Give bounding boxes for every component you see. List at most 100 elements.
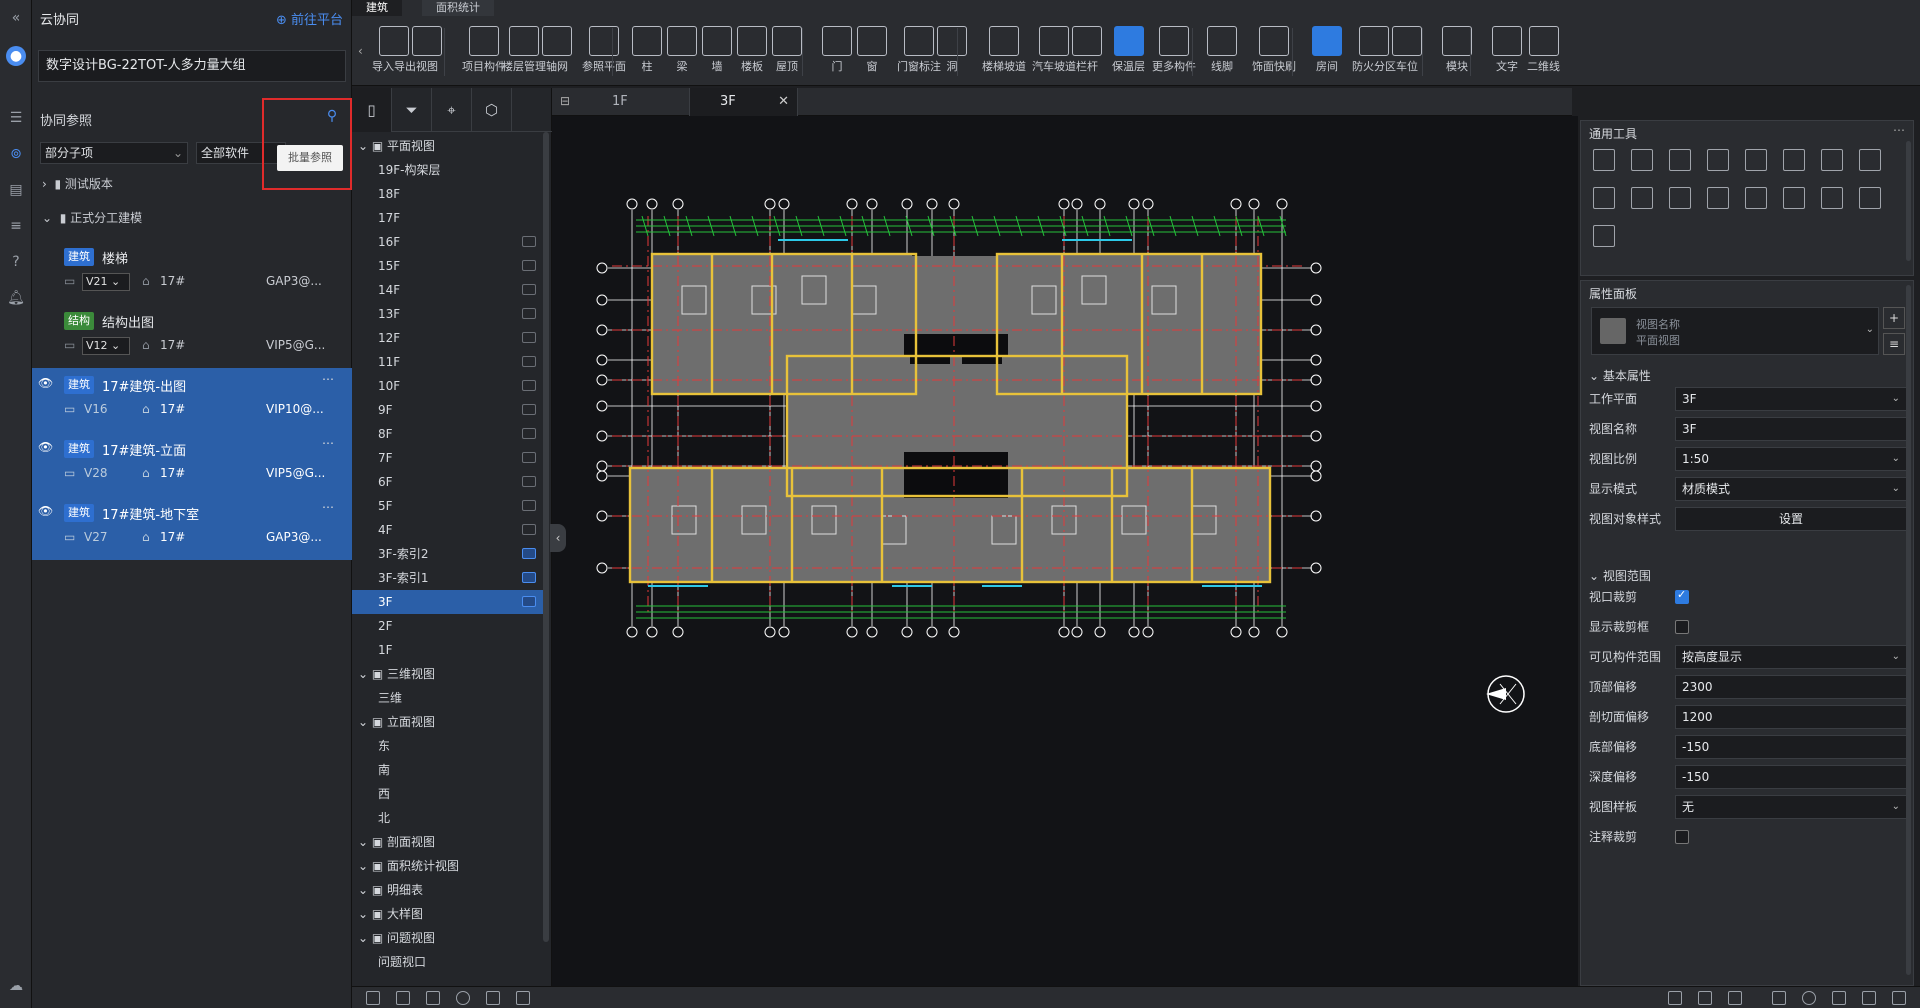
tool-icon[interactable] xyxy=(1593,187,1615,209)
tool-icon[interactable] xyxy=(1859,149,1881,171)
tree-item[interactable]: 3F xyxy=(352,590,546,614)
tree-item[interactable]: 14F xyxy=(352,278,546,302)
tree-group[interactable]: ⌄ ▣ 明细表 xyxy=(352,878,546,902)
avatar[interactable]: ● xyxy=(6,46,26,66)
version-select[interactable]: V21 ⌄ xyxy=(82,273,130,291)
tree-item[interactable]: 19F-构架层 xyxy=(352,158,546,182)
list-icon[interactable]: ≡ xyxy=(1883,333,1905,355)
tool-icon[interactable] xyxy=(1745,149,1767,171)
tool-button[interactable]: 轴网 xyxy=(542,24,572,80)
scrollbar[interactable] xyxy=(1906,285,1911,975)
tool-icon[interactable] xyxy=(1821,187,1843,209)
list-item[interactable]: 建筑 楼梯 ▭ V21 ⌄ ⌂ 17# GAP3@... xyxy=(32,240,352,304)
filter-icon[interactable]: ⏷ xyxy=(392,88,432,132)
tool-button[interactable]: 饰面快刷 xyxy=(1252,24,1296,80)
visibility-icon[interactable] xyxy=(366,991,380,1005)
more-icon[interactable]: ⋯ xyxy=(322,500,334,514)
more-icon[interactable]: ⋯ xyxy=(322,372,334,386)
property-input[interactable]: 2300 xyxy=(1675,675,1907,699)
tab-list-icon[interactable]: ⊟ xyxy=(560,94,570,108)
list-item[interactable]: 结构 结构出图 ▭ V12 ⌄ ⌂ 17# VIP5@G... xyxy=(32,304,352,368)
tool-icon[interactable] xyxy=(1783,149,1805,171)
tool-button[interactable]: 二维线 xyxy=(1527,24,1560,80)
tool-icon[interactable] xyxy=(1707,149,1729,171)
eye-icon[interactable] xyxy=(486,991,500,1005)
tool-icon[interactable] xyxy=(1859,187,1881,209)
tool-button[interactable]: 视图 xyxy=(412,24,442,80)
tool-button[interactable]: 窗 xyxy=(857,24,887,80)
tab-1f[interactable]: 1F xyxy=(582,88,690,116)
scrollbar[interactable] xyxy=(543,132,549,942)
tree-item[interactable]: 13F xyxy=(352,302,546,326)
drawing-canvas[interactable]: ‹ xyxy=(550,116,1578,986)
tool-button[interactable]: 文字 xyxy=(1492,24,1522,80)
tool-button[interactable]: 栏杆 xyxy=(1072,24,1102,80)
more-icon[interactable]: ⋯ xyxy=(1893,123,1905,137)
tool-icon[interactable] xyxy=(1783,187,1805,209)
property-select[interactable]: 无 ⌄ xyxy=(1675,795,1907,819)
property-input[interactable]: 3F xyxy=(1675,417,1907,441)
eye-icon[interactable]: 👁︎ xyxy=(38,504,53,518)
tool-icon[interactable] xyxy=(1593,149,1615,171)
cube-icon[interactable]: ⬡ xyxy=(472,88,512,132)
tab-3f[interactable]: 3F ✕ xyxy=(690,88,798,116)
tree-item[interactable]: 4F xyxy=(352,518,546,542)
tool-icon[interactable] xyxy=(1669,149,1691,171)
layers-icon[interactable] xyxy=(426,991,440,1005)
property-select[interactable]: 3F ⌄ xyxy=(1675,387,1907,411)
snap-icon[interactable] xyxy=(1802,991,1816,1005)
tool-button[interactable]: 模块 xyxy=(1442,24,1472,80)
link-icon[interactable] xyxy=(1772,991,1786,1005)
tree-group[interactable]: ⌄ ▣ 大样图 xyxy=(352,902,546,926)
tree-item[interactable]: 2F xyxy=(352,614,546,638)
location-icon[interactable]: ⌖ xyxy=(432,88,472,132)
property-select[interactable]: 按高度显示 ⌄ xyxy=(1675,645,1907,669)
type-selector[interactable]: 视图名称 平面视图 ⌄ xyxy=(1591,307,1879,355)
tree-item[interactable]: 8F xyxy=(352,422,546,446)
tool-button[interactable]: 线脚 xyxy=(1207,24,1237,80)
layers-icon[interactable]: ≡ xyxy=(6,216,26,236)
more-icon[interactable]: ⋯ xyxy=(322,436,334,450)
eye-icon[interactable]: 👁︎ xyxy=(38,376,53,390)
list-item[interactable]: 👁︎ 建筑 17#建筑-出图 ⋯ ▭ V16 ⌂ 17# VIP10@... xyxy=(32,368,352,432)
tree-item[interactable]: 7F xyxy=(352,446,546,470)
tree-item[interactable]: 东 xyxy=(352,734,546,758)
tree-item[interactable]: 6F xyxy=(352,470,546,494)
tree-item[interactable]: 16F xyxy=(352,230,546,254)
tree-item[interactable]: 12F xyxy=(352,326,546,350)
tool-icon[interactable] xyxy=(1593,225,1615,247)
tree-item[interactable]: 18F xyxy=(352,182,546,206)
version-select[interactable]: V12 ⌄ xyxy=(82,337,130,355)
tree-item[interactable]: 15F xyxy=(352,254,546,278)
tool-button[interactable]: 门窗标注 xyxy=(897,24,941,80)
tool-button[interactable]: 房间 xyxy=(1312,24,1342,80)
tab-area-stats[interactable]: 面积统计 xyxy=(422,0,494,16)
checkbox[interactable] xyxy=(1675,620,1689,634)
tree-item[interactable]: 3F-索引1 xyxy=(352,566,546,590)
tool-icon[interactable] xyxy=(1631,187,1653,209)
fit-icon[interactable] xyxy=(1892,991,1906,1005)
collapse-panel-icon[interactable]: ‹ xyxy=(550,524,566,552)
property-input[interactable]: -150 xyxy=(1675,735,1907,759)
tool-icon[interactable] xyxy=(1669,187,1691,209)
collab-icon[interactable]: ⊚ xyxy=(6,144,26,164)
tree-item[interactable]: 11F xyxy=(352,350,546,374)
window-icon[interactable] xyxy=(1832,991,1846,1005)
tool-icon[interactable] xyxy=(1631,149,1653,171)
tool-button[interactable]: 柱 xyxy=(632,24,662,80)
scroll-left-icon[interactable]: ‹ xyxy=(358,44,363,58)
tool-button[interactable]: 楼板 xyxy=(737,24,767,80)
tool-icon[interactable] xyxy=(1745,187,1767,209)
tree-group[interactable]: ⌄ ▣ 三维视图 xyxy=(352,662,546,686)
help-icon[interactable]: ? xyxy=(6,252,26,272)
tree-item[interactable]: 1F xyxy=(352,638,546,662)
collapse-icon[interactable]: « xyxy=(6,8,26,28)
axis-icon[interactable] xyxy=(1668,991,1682,1005)
range-section-header[interactable]: ⌄ 视图范围 xyxy=(1589,567,1651,584)
tree-item[interactable]: 17F xyxy=(352,206,546,230)
tree-group[interactable]: ⌄ ▣ 剖面视图 xyxy=(352,830,546,854)
list-icon[interactable] xyxy=(1698,991,1712,1005)
tree-item[interactable]: 10F xyxy=(352,374,546,398)
basic-section-header[interactable]: ⌄ 基本属性 xyxy=(1589,367,1651,384)
tree-item[interactable]: 5F xyxy=(352,494,546,518)
